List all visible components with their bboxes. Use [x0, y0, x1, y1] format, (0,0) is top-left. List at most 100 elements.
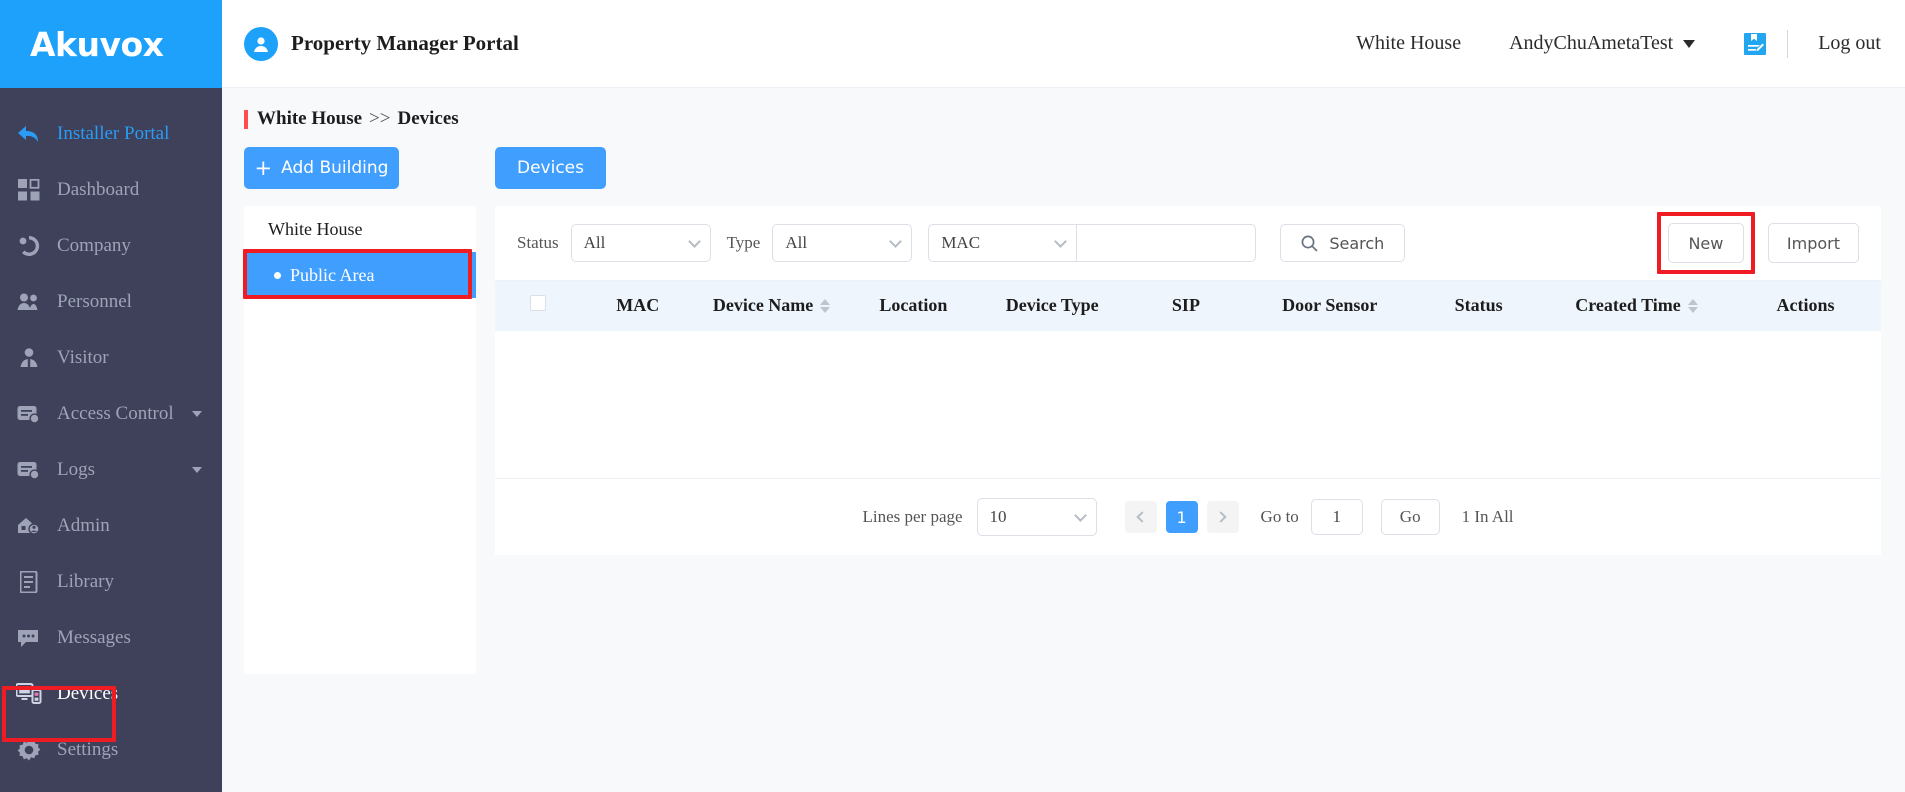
search-input[interactable]: [1076, 224, 1257, 262]
breadcrumb: White House >> Devices: [244, 108, 1905, 130]
topbar: Property Manager Portal White House Andy…: [222, 0, 1905, 88]
dashboard-grid-icon: [14, 177, 44, 203]
sidebar-item-label: Library: [57, 571, 114, 592]
column-header-device-type[interactable]: Device Type: [977, 280, 1127, 331]
sidebar-item-dashboard[interactable]: Dashboard: [0, 162, 222, 218]
sidebar-item-label: Settings: [57, 739, 119, 760]
column-header-mac[interactable]: MAC: [581, 280, 695, 331]
column-header-sip[interactable]: SIP: [1126, 280, 1246, 331]
sidebar-item-admin[interactable]: Admin: [0, 498, 222, 554]
content-area: White House >> Devices + Add Building Wh…: [222, 88, 1905, 792]
checkbox-icon[interactable]: [530, 295, 547, 312]
column-header-device-name[interactable]: Device Name: [694, 280, 850, 331]
tab-devices[interactable]: Devices: [495, 147, 606, 189]
logout-button[interactable]: Log out: [1818, 32, 1881, 55]
column-label: Door Sensor: [1282, 295, 1378, 316]
dot-icon: [274, 271, 281, 279]
settings-gear-icon: [14, 737, 44, 763]
column-label: Status: [1454, 295, 1503, 316]
chevron-left-icon[interactable]: [1124, 501, 1157, 533]
account-menu[interactable]: AndyChuAmetaTest: [1509, 32, 1696, 55]
tree-node-label: Public Area: [290, 264, 375, 285]
sidebar-item-installer-portal[interactable]: Installer Portal: [0, 106, 222, 162]
column-label: Location: [879, 295, 948, 316]
library-book-icon: [14, 569, 44, 595]
search-button[interactable]: Search: [1280, 224, 1406, 262]
sort-icon[interactable]: [820, 298, 831, 313]
admin-house-user-icon: [14, 513, 44, 539]
tree-node-label: White House: [268, 218, 363, 239]
brand-logo[interactable]: Akuvox: [0, 0, 222, 88]
user-avatar-icon: [244, 26, 278, 61]
new-button[interactable]: New: [1667, 223, 1744, 263]
column-label: Device Name: [712, 295, 814, 316]
building-tree-panel: White House Public Area: [243, 206, 476, 674]
sidebar-item-label: Devices: [57, 683, 119, 704]
visitor-person-icon: [14, 345, 44, 371]
sidebar-item-access-control[interactable]: Access Control: [0, 386, 222, 442]
goto-page-input[interactable]: [1310, 499, 1363, 535]
sidebar: Akuvox Installer Portal Dashboard Compan: [0, 0, 222, 792]
column-header-actions: Actions: [1730, 280, 1881, 331]
status-filter-value: All: [583, 233, 606, 252]
sidebar-item-visitor[interactable]: Visitor: [0, 330, 222, 386]
sidebar-item-label: Messages: [57, 627, 131, 648]
devices-card: Status All Type All MAC Search New Impor…: [495, 206, 1881, 555]
sidebar-item-label: Personnel: [57, 291, 132, 312]
chevron-down-icon: [1073, 509, 1087, 522]
plus-icon: +: [254, 155, 273, 180]
page-number-1[interactable]: 1: [1165, 501, 1198, 533]
sidebar-item-settings[interactable]: Settings: [0, 722, 222, 778]
messages-chat-icon: [14, 625, 44, 651]
sidebar-item-personnel[interactable]: Personnel: [0, 274, 222, 330]
page-title: Property Manager Portal: [291, 31, 519, 55]
sidebar-item-logs[interactable]: Logs: [0, 442, 222, 498]
building-tree-column: + Add Building White House Public Area: [243, 147, 476, 674]
sidebar-item-company[interactable]: Company: [0, 218, 222, 274]
search-field-value: MAC: [941, 233, 981, 252]
search-icon: [1301, 235, 1318, 252]
column-header-created-time[interactable]: Created Time: [1542, 280, 1731, 331]
chevron-down-icon[interactable]: [192, 467, 202, 473]
breadcrumb-root[interactable]: White House: [257, 108, 362, 130]
column-header-door-sensor[interactable]: Door Sensor: [1245, 280, 1415, 331]
sidebar-item-label: Dashboard: [57, 179, 140, 200]
add-building-label: Add Building: [281, 158, 389, 178]
topbar-divider: [1787, 29, 1789, 58]
search-button-label: Search: [1329, 233, 1385, 253]
column-label: Device Type: [1005, 295, 1099, 316]
table-header-row: MAC Device Name Location Device Type SIP…: [495, 280, 1881, 331]
sidebar-item-label: Access Control: [57, 403, 174, 424]
import-button[interactable]: Import: [1767, 223, 1859, 263]
sort-icon[interactable]: [1687, 298, 1698, 313]
tree-node-white-house[interactable]: White House: [244, 206, 476, 252]
column-header-status[interactable]: Status: [1414, 280, 1543, 331]
note-edit-icon[interactable]: [1743, 32, 1767, 56]
sidebar-item-library[interactable]: Library: [0, 554, 222, 610]
search-field-select[interactable]: MAC: [928, 224, 1077, 262]
devices-monitor-icon: [14, 681, 44, 707]
column-label: MAC: [616, 295, 660, 316]
tree-node-public-area[interactable]: Public Area: [244, 252, 476, 298]
lines-per-page-select[interactable]: 10: [976, 498, 1097, 536]
sidebar-item-messages[interactable]: Messages: [0, 610, 222, 666]
chevron-right-icon[interactable]: [1206, 501, 1239, 533]
sidebar-item-label: Admin: [57, 515, 110, 536]
column-label: SIP: [1171, 295, 1200, 316]
company-icon: [14, 233, 44, 259]
main-area: Property Manager Portal White House Andy…: [222, 0, 1905, 792]
empty-state-cell: [495, 330, 1881, 479]
status-filter-select[interactable]: All: [570, 224, 711, 262]
column-header-location[interactable]: Location: [849, 280, 978, 331]
type-filter-select[interactable]: All: [772, 224, 913, 262]
sidebar-item-label: Company: [57, 235, 131, 256]
action-buttons: New Import: [1656, 212, 1859, 274]
select-all-header: [495, 280, 582, 331]
sidebar-item-devices[interactable]: Devices: [0, 666, 222, 722]
chevron-down-icon[interactable]: [192, 411, 202, 417]
chevron-down-icon: [889, 235, 903, 248]
site-link[interactable]: White House: [1356, 32, 1461, 55]
go-button[interactable]: Go: [1380, 499, 1440, 535]
add-building-button[interactable]: + Add Building: [244, 147, 399, 189]
back-arrow-icon: [14, 121, 44, 147]
